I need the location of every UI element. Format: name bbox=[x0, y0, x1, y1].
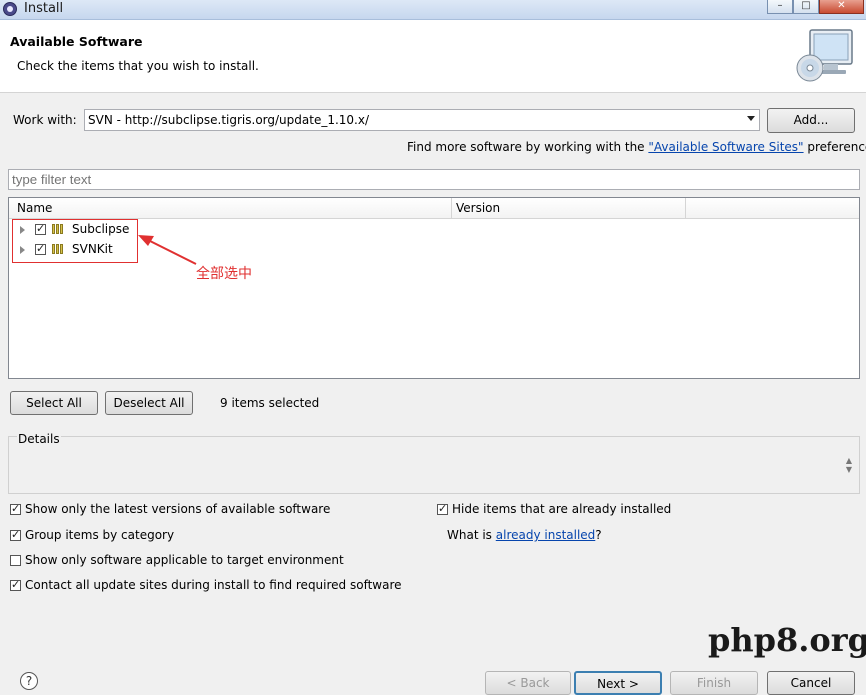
annotation-highlight-box bbox=[12, 219, 138, 263]
annotation-arrow-icon bbox=[138, 235, 197, 265]
add-site-button[interactable]: Add... bbox=[767, 108, 855, 133]
work-with-label: Work with: bbox=[13, 113, 77, 127]
target-environment-checkbox[interactable] bbox=[10, 555, 21, 566]
work-with-value: SVN - http://subclipse.tigris.org/update… bbox=[88, 113, 370, 127]
selection-status: 9 items selected bbox=[220, 396, 320, 410]
close-icon[interactable]: ✕ bbox=[819, 0, 864, 14]
contact-update-sites-label[interactable]: Contact all update sites during install … bbox=[25, 578, 402, 592]
chevron-down-icon[interactable] bbox=[747, 116, 755, 121]
finish-button[interactable]: Finish bbox=[670, 671, 758, 695]
hide-installed-label[interactable]: Hide items that are already installed bbox=[452, 502, 671, 516]
hide-installed-checkbox[interactable] bbox=[437, 502, 448, 516]
tree-header: Name Version bbox=[9, 198, 859, 219]
what-is-installed-text: What is already installed? bbox=[447, 528, 602, 542]
page-subtitle: Check the items that you wish to install… bbox=[17, 59, 259, 73]
column-name[interactable]: Name bbox=[17, 201, 52, 215]
filter-input[interactable] bbox=[8, 169, 860, 190]
latest-versions-checkbox[interactable] bbox=[10, 502, 21, 516]
column-separator bbox=[451, 198, 452, 218]
find-more-suffix: preferences. bbox=[807, 140, 866, 154]
details-label: Details bbox=[17, 432, 61, 446]
details-text-area[interactable] bbox=[10, 450, 858, 492]
latest-versions-label[interactable]: Show only the latest versions of availab… bbox=[25, 502, 330, 516]
minimize-icon[interactable]: – bbox=[767, 0, 793, 14]
select-all-button[interactable]: Select All bbox=[10, 391, 98, 415]
cancel-button[interactable]: Cancel bbox=[767, 671, 855, 695]
column-version[interactable]: Version bbox=[456, 201, 500, 215]
wizard-header: Available Software Check the items that … bbox=[0, 20, 866, 93]
find-more-prefix: Find more software by working with the bbox=[407, 140, 649, 154]
already-installed-link[interactable]: already installed bbox=[496, 528, 596, 542]
monitor-cd-icon bbox=[796, 29, 853, 82]
title-bar[interactable]: Install – □ ✕ bbox=[0, 0, 866, 20]
column-separator bbox=[685, 198, 686, 218]
page-title: Available Software bbox=[10, 34, 143, 49]
group-by-category-label[interactable]: Group items by category bbox=[25, 528, 174, 542]
details-scroll-icon[interactable]: ▲ ▼ bbox=[843, 456, 855, 476]
back-button[interactable]: < Back bbox=[485, 671, 571, 695]
contact-update-sites-checkbox[interactable] bbox=[10, 578, 21, 592]
find-more-text: Find more software by working with the "… bbox=[407, 140, 866, 154]
target-environment-label[interactable]: Show only software applicable to target … bbox=[25, 553, 344, 567]
what-is-prefix: What is bbox=[447, 528, 496, 542]
deselect-all-button[interactable]: Deselect All bbox=[105, 391, 193, 415]
what-is-suffix: ? bbox=[595, 528, 602, 542]
help-icon[interactable]: ? bbox=[20, 672, 38, 690]
window-title: Install bbox=[24, 1, 64, 16]
annotation-text: 全部选中 bbox=[196, 266, 252, 282]
watermark: php8.org bbox=[708, 621, 866, 659]
maximize-icon[interactable]: □ bbox=[793, 0, 819, 14]
work-with-combo[interactable]: SVN - http://subclipse.tigris.org/update… bbox=[84, 109, 760, 131]
group-by-category-checkbox[interactable] bbox=[10, 528, 21, 542]
eclipse-app-icon bbox=[3, 2, 17, 16]
available-software-sites-link[interactable]: "Available Software Sites" bbox=[648, 140, 803, 154]
next-button[interactable]: Next > bbox=[574, 671, 662, 695]
